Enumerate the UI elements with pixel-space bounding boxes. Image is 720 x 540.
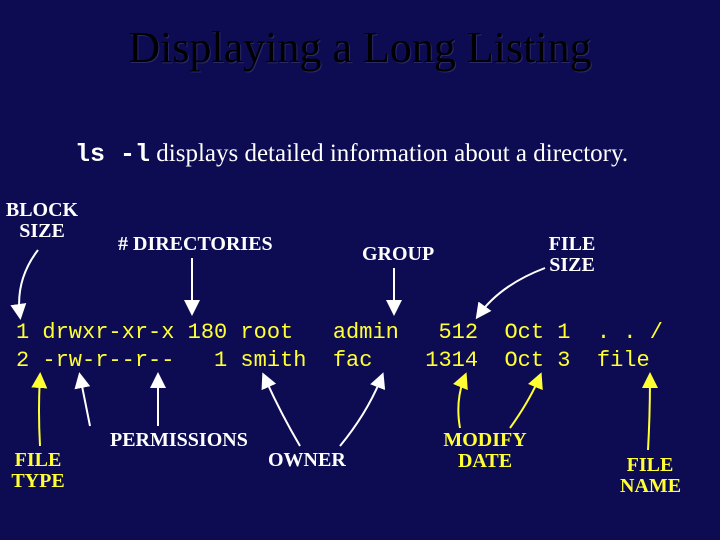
description-rest: displays detailed information about a di… (150, 140, 628, 167)
label-permissions: PERMISSIONS (110, 430, 248, 451)
label-num-directories: # DIRECTORIES (118, 234, 273, 255)
label-file-type: FILETYPE (8, 450, 68, 492)
slide-root: Displaying a Long Listing ls -l displays… (0, 0, 720, 540)
label-block-size: BLOCKSIZE (2, 200, 82, 242)
description: ls -l displays detailed information abou… (75, 140, 628, 169)
label-file-name: FILENAME (620, 455, 680, 497)
label-file-size: FILESIZE (542, 234, 602, 276)
arrow-overlay (0, 0, 720, 540)
command-text: ls -l (75, 140, 150, 169)
slide-title: Displaying a Long Listing (0, 22, 720, 73)
listing-row-1: 1 drwxr-xr-x 180 root admin 512 Oct 1 . … (16, 320, 663, 345)
label-modify-date: MODIFYDATE (440, 430, 530, 472)
label-group: GROUP (362, 244, 434, 265)
label-owner: OWNER (268, 450, 346, 471)
listing-row-2: 2 -rw-r--r-- 1 smith fac 1314 Oct 3 file (16, 348, 650, 373)
